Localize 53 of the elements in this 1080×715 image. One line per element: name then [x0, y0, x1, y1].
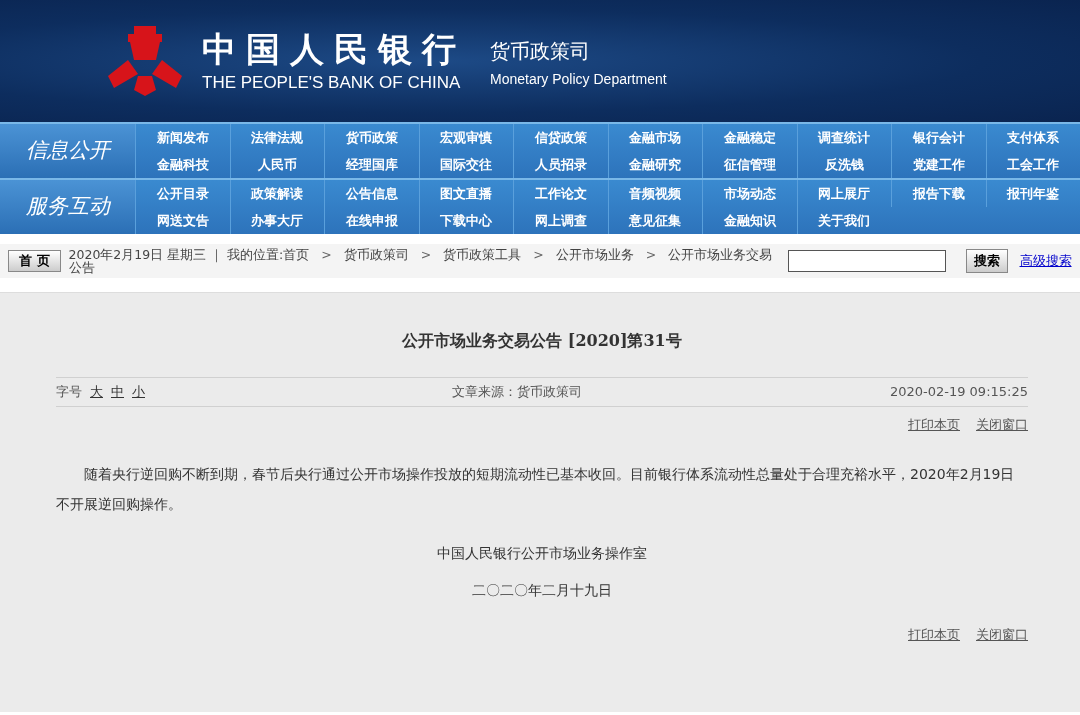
nav-link[interactable]: 图文直播 — [418, 180, 513, 207]
action-link[interactable]: 打印本页 — [908, 624, 960, 644]
nav-link[interactable]: 报告下载 — [891, 180, 986, 207]
article-title: 公开市场业务交易公告 [2020]第31号 — [401, 330, 683, 352]
article-date: 二〇二〇年二月十九日 — [472, 581, 612, 598]
search-button[interactable]: 搜索 — [965, 249, 1008, 273]
nav-link[interactable]: 网上调查 — [513, 207, 608, 234]
nav-link[interactable]: 金融市场 — [607, 124, 702, 151]
bank-name: 中国人民银行 — [202, 31, 466, 66]
breadcrumb-trail[interactable]: 2020年2月19日 星期三 ｜ 我的位置:首页 > 货币政策司 > 货币政策工具 > 公开市场业务 > 公开市场业务交易公告 — [68, 248, 784, 274]
nav-link[interactable]: 市场动态 — [702, 180, 797, 207]
nav-link[interactable]: 支付体系 — [985, 124, 1080, 151]
nav-link[interactable]: 网送文告 — [135, 207, 230, 234]
home-button[interactable]: 首 页 — [8, 250, 61, 272]
action-link[interactable]: 关闭窗口 — [976, 624, 1028, 644]
search-field[interactable] — [787, 250, 946, 272]
nav-section-label: 服务互动 — [0, 180, 135, 234]
article-source: 文章来源：货币政策司 — [452, 383, 583, 402]
nav-link[interactable]: 公开目录 — [135, 180, 230, 207]
font-size-link[interactable]: 小 — [132, 382, 145, 402]
nav-link[interactable]: 音频视频 — [607, 180, 702, 207]
nav-link[interactable]: 金融知识 — [702, 207, 797, 234]
font-size-label: 字号 — [56, 383, 82, 402]
bank-name-english: THE PEOPLE'S BANK OF CHINA — [202, 73, 462, 91]
article-body: 随着央行逆回购不断到期，春节后央行通过公开市场操作投放的短期流动性已基本收回。目前银行体系流动性总量处于合理充裕水平，2020年2月19日不开展逆回购操作。 — [56, 464, 1016, 514]
nav-link[interactable]: 银行会计 — [891, 124, 986, 151]
nav-link[interactable]: 信贷政策 — [513, 124, 608, 151]
action-link[interactable]: 打印本页 — [908, 415, 960, 435]
signature: 中国人民银行公开市场业务操作室 — [437, 544, 647, 561]
nav-link[interactable]: 关于我们 — [796, 207, 891, 234]
nav-link[interactable]: 新闻发布 — [135, 124, 230, 151]
nav-link[interactable]: 货币政策 — [324, 124, 419, 151]
font-size-link[interactable]: 中 — [111, 382, 124, 402]
publish-datetime: 2020-02-19 09:15:25 — [889, 383, 1028, 402]
nav-link[interactable]: 公告信息 — [324, 180, 419, 207]
nav-link[interactable]: 政策解读 — [229, 180, 324, 207]
nav-link[interactable]: 工作论文 — [513, 180, 608, 207]
advanced-search-link[interactable]: 高级搜索 — [1019, 251, 1072, 271]
nav-link[interactable]: 意见征集 — [607, 207, 702, 234]
nav-link[interactable]: 网上展厅 — [796, 180, 891, 207]
nav-link[interactable]: 办事大厅 — [229, 207, 324, 234]
department-name-english: Monetary Policy Department — [490, 69, 667, 89]
nav-link[interactable]: 宏观审慎 — [418, 124, 513, 151]
nav-link[interactable]: 下载中心 — [418, 207, 513, 234]
nav-link[interactable]: 在线申报 — [324, 207, 419, 234]
action-link[interactable]: 关闭窗口 — [976, 415, 1028, 435]
nav-link[interactable]: 金融稳定 — [702, 124, 797, 151]
nav-link[interactable]: 法律法规 — [229, 124, 324, 151]
nav-link[interactable]: 调查统计 — [796, 124, 891, 151]
font-size-link[interactable]: 大 — [90, 382, 103, 402]
nav-link[interactable]: 报刊年鉴 — [985, 180, 1080, 207]
nav-section-label: 信息公开 — [0, 124, 135, 178]
department-name: 货币政策司 — [490, 40, 591, 61]
